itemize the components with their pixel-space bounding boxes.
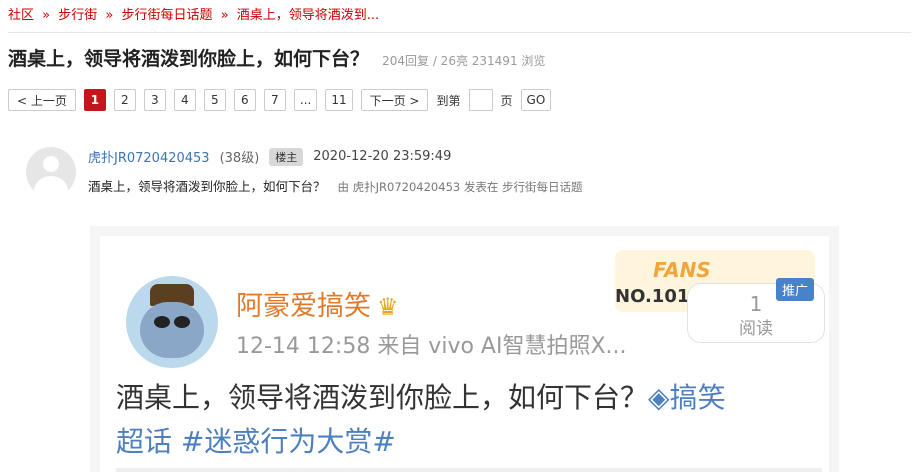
breadcrumb-separator: » (105, 8, 114, 23)
username-link[interactable]: 虎扑JR0720420453 (88, 147, 210, 166)
next-page-button[interactable]: 下一页 > (360, 89, 429, 111)
breadcrumb-daily-topic[interactable]: 步行街每日话题 (122, 8, 213, 23)
embedded-post-body: 酒桌上，领导将酒泼到你脸上，如何下台？ (116, 381, 649, 414)
breadcrumb-current: 酒桌上，领导将酒泼到... (236, 8, 380, 23)
embedded-bottom-bar (116, 468, 822, 472)
page-button-11[interactable]: 11 (325, 89, 353, 111)
divider (8, 32, 911, 33)
breadcrumb-community[interactable]: 社区 (8, 8, 34, 23)
crown-icon: ♛ (377, 293, 399, 321)
avatar[interactable] (26, 147, 76, 197)
page-button-2[interactable]: 2 (113, 89, 136, 111)
thread-stats: 204回复 / 26亮 231491 浏览 (382, 54, 546, 68)
embedded-avatar (126, 276, 218, 368)
post-timestamp: 2020-12-20 23:59:49 (313, 149, 452, 164)
pagination: < 上一页 1 2 3 4 5 6 7 ... 11 下一页 > 到第 页 GO (8, 89, 552, 111)
page-button-3[interactable]: 3 (143, 89, 166, 111)
fans-label: FANS (653, 258, 711, 282)
go-button[interactable]: GO (520, 89, 552, 111)
face-shape (140, 302, 204, 358)
glasses-left-shape (154, 316, 170, 328)
page-button-7[interactable]: 7 (263, 89, 286, 111)
page-button-4[interactable]: 4 (173, 89, 196, 111)
post-meta: 虎扑JR0720420453 (38级) 楼主 2020-12-20 23:59… (88, 147, 451, 166)
post-source: 由 虎扑JR0720420453 发表在 步行街每日话题 (337, 180, 583, 194)
supertopic-tag: 搞笑 (669, 381, 726, 414)
glasses-right-shape (174, 316, 190, 328)
prev-page-button[interactable]: < 上一页 (8, 89, 76, 111)
hashtag: #迷惑行为大赏# (180, 425, 396, 458)
post-content-line: 酒桌上，领导将酒泼到你脸上，如何下台？ 由 虎扑JR0720420453 发表在… (88, 176, 583, 195)
page-button-1[interactable]: 1 (83, 89, 106, 111)
embedded-username-text: 阿豪爱搞笑 (236, 291, 371, 322)
embedded-username: 阿豪爱搞笑 ♛ (236, 284, 399, 323)
embedded-card: 阿豪爱搞笑 ♛ 12-14 12:58 来自 vivo AI智慧拍照X... FA… (100, 236, 829, 472)
breadcrumb-separator: » (42, 8, 51, 23)
page-ellipsis[interactable]: ... (293, 89, 318, 111)
breadcrumb-buxingjie[interactable]: 步行街 (58, 8, 97, 23)
page-button-5[interactable]: 5 (203, 89, 226, 111)
avatar-head-shape (43, 156, 59, 172)
breadcrumb: 社区 » 步行街 » 步行街每日话题 » 酒桌上，领导将酒泼到... (8, 4, 379, 23)
breadcrumb-separator: » (220, 8, 229, 23)
page-number-input[interactable] (468, 89, 493, 111)
embedded-screenshot[interactable]: 阿豪爱搞笑 ♛ 12-14 12:58 来自 vivo AI智慧拍照X... FA… (90, 226, 839, 472)
goto-page-label: 页 (500, 93, 513, 108)
page-button-6[interactable]: 6 (233, 89, 256, 111)
promo-badge: 推广 (776, 278, 815, 301)
read-label: 阅读 (739, 319, 773, 339)
goto-label: 到第 (436, 93, 461, 108)
user-level: (38级) (219, 151, 260, 166)
embedded-post-text: 酒桌上，领导将酒泼到你脸上，如何下台？◈搞笑 超话 #迷惑行为大赏# (116, 376, 726, 464)
thread-header: 酒桌上，领导将酒泼到你脸上，如何下台？ 204回复 / 26亮 231491 浏… (8, 44, 545, 71)
supertopic-suffix: 超话 (116, 425, 173, 458)
page-title: 酒桌上，领导将酒泼到你脸上，如何下台？ (8, 48, 370, 70)
avatar-body-shape (34, 176, 68, 197)
op-badge: 楼主 (269, 147, 304, 166)
supertopic-icon: ◈ (648, 381, 670, 414)
embedded-time-source: 12-14 12:58 来自 vivo AI智慧拍照X... (236, 334, 627, 359)
post-content: 酒桌上，领导将酒泼到你脸上，如何下台？ (88, 179, 326, 194)
